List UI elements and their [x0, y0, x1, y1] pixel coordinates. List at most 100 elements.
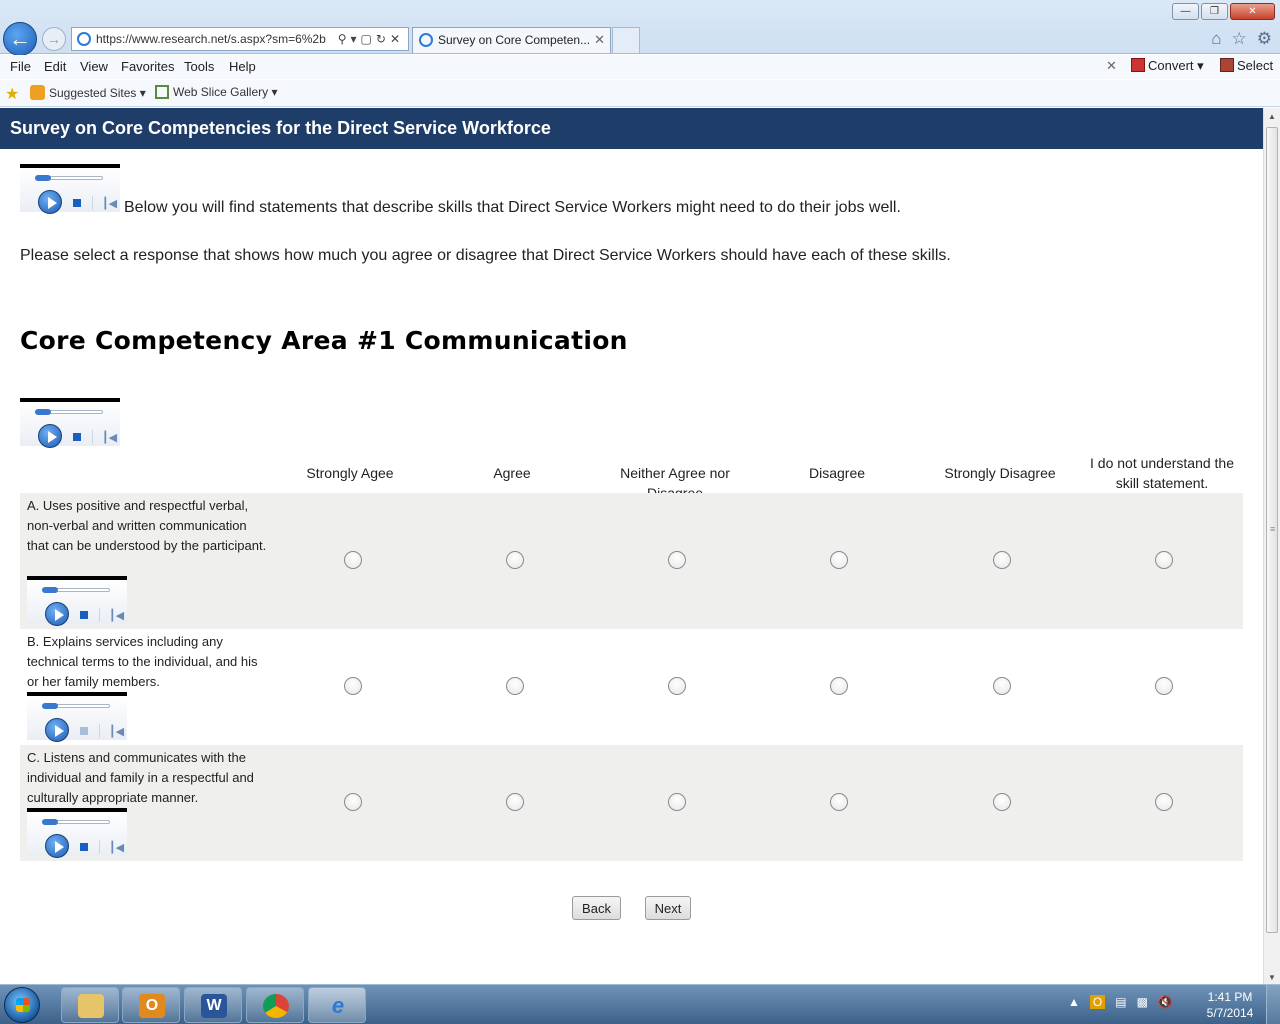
select-button[interactable]: Select — [1220, 58, 1273, 73]
menu-file[interactable]: File — [10, 59, 31, 74]
section-heading: Core Competency Area #1 Communication — [20, 326, 628, 355]
gear-icon[interactable]: ⚙ — [1257, 29, 1272, 49]
stop-icon[interactable] — [73, 433, 81, 441]
menu-help[interactable]: Help — [229, 59, 256, 74]
tab-close-icon[interactable]: ✕ — [594, 28, 605, 52]
taskbar-explorer[interactable] — [61, 987, 119, 1023]
radio-a-neutral[interactable] — [668, 551, 686, 569]
radio-c-strongly-agree[interactable] — [344, 793, 362, 811]
convert-button[interactable]: Convert ▾ — [1131, 58, 1204, 74]
favorites-star-icon[interactable]: ★ — [5, 84, 19, 104]
fav-suggested-sites[interactable]: Suggested Sites ▾ — [30, 85, 146, 100]
address-tools-icons[interactable]: ⚲▾▢↻✕ — [338, 28, 404, 50]
back-arrow-icon[interactable]: ← — [3, 22, 37, 56]
question-text-c: C. Listens and communicates with the ind… — [27, 750, 254, 805]
stop-icon[interactable] — [73, 199, 81, 207]
toolbar-close-icon[interactable]: ✕ — [1106, 58, 1117, 74]
radio-a-agree[interactable] — [506, 551, 524, 569]
menu-favorites[interactable]: Favorites — [121, 59, 174, 74]
seek-knob[interactable] — [42, 587, 58, 593]
browser-right-icons: ⌂ ☆ ⚙ — [1211, 29, 1272, 49]
audio-player-intro: ┃◀ — [20, 164, 120, 214]
tray-network-icon[interactable]: ▩ — [1137, 995, 1148, 1009]
taskbar-word[interactable]: W — [184, 987, 242, 1023]
favorites-star-icon[interactable]: ☆ — [1232, 29, 1247, 49]
radio-c-strongly-disagree[interactable] — [993, 793, 1011, 811]
fav-web-slice-gallery[interactable]: Web Slice Gallery ▾ — [155, 85, 278, 99]
taskbar-chrome[interactable] — [246, 987, 304, 1023]
question-row-c: C. Listens and communicates with the ind… — [20, 745, 1243, 861]
home-icon[interactable]: ⌂ — [1211, 29, 1221, 49]
skip-back-icon[interactable]: ┃◀ — [102, 197, 117, 210]
radio-b-neutral[interactable] — [668, 677, 686, 695]
tray-volume-muted-icon[interactable]: 🔇 — [1158, 995, 1173, 1009]
play-icon[interactable] — [38, 424, 62, 448]
minimize-button[interactable]: — — [1172, 3, 1199, 20]
radio-b-agree[interactable] — [506, 677, 524, 695]
play-icon[interactable] — [45, 718, 69, 742]
scroll-down-icon[interactable]: ▼ — [1268, 973, 1276, 982]
suggested-sites-icon — [30, 85, 45, 100]
seek-knob[interactable] — [35, 175, 51, 181]
player-divider — [99, 724, 100, 738]
skip-back-icon[interactable]: ┃◀ — [102, 431, 117, 444]
radio-c-agree[interactable] — [506, 793, 524, 811]
tray-outlook-icon[interactable]: O — [1089, 995, 1106, 1009]
question-row-a: A. Uses positive and respectful verbal, … — [20, 493, 1243, 629]
outlook-icon: O — [139, 994, 165, 1018]
skip-back-icon[interactable]: ┃◀ — [109, 725, 124, 738]
menu-tools[interactable]: Tools — [184, 59, 214, 74]
show-desktop-button[interactable] — [1266, 985, 1280, 1024]
browser-titlebar: ← → https://www.research.net/s.aspx?sm=6… — [0, 0, 1280, 56]
address-url: https://www.research.net/s.aspx?sm=6%2b — [96, 32, 326, 46]
new-tab-button[interactable] — [612, 27, 640, 53]
window-controls: — ❐ ✕ — [1172, 3, 1275, 20]
scroll-up-icon[interactable]: ▲ — [1268, 112, 1276, 121]
seek-knob[interactable] — [35, 409, 51, 415]
select-label: Select — [1237, 58, 1274, 73]
convert-label: Convert — [1148, 58, 1194, 73]
radio-b-strongly-agree[interactable] — [344, 677, 362, 695]
radio-b-do-not-understand[interactable] — [1155, 677, 1173, 695]
radio-c-do-not-understand[interactable] — [1155, 793, 1173, 811]
browser-tab-active[interactable]: Survey on Core Competen... ✕ — [412, 27, 611, 53]
radio-b-strongly-disagree[interactable] — [993, 677, 1011, 695]
menu-view[interactable]: View — [80, 59, 108, 74]
radio-a-strongly-agree[interactable] — [344, 551, 362, 569]
radio-a-strongly-disagree[interactable] — [993, 551, 1011, 569]
seek-knob[interactable] — [42, 703, 58, 709]
forward-arrow-icon[interactable]: → — [42, 27, 66, 51]
clock-time: 1:41 PM — [1207, 990, 1253, 1004]
chrome-icon — [263, 994, 289, 1018]
menu-edit[interactable]: Edit — [44, 59, 66, 74]
stop-icon[interactable] — [80, 843, 88, 851]
address-bar[interactable]: https://www.research.net/s.aspx?sm=6%2b … — [71, 27, 409, 51]
skip-back-icon[interactable]: ┃◀ — [109, 841, 124, 854]
play-icon[interactable] — [45, 834, 69, 858]
radio-c-disagree[interactable] — [830, 793, 848, 811]
start-button[interactable] — [4, 987, 40, 1023]
skip-back-icon[interactable]: ┃◀ — [109, 609, 124, 622]
back-button[interactable]: Back — [572, 896, 621, 920]
taskbar-ie[interactable]: e — [308, 987, 366, 1023]
vertical-scrollbar[interactable]: ▲ ≡ ▼ — [1263, 108, 1280, 984]
system-clock[interactable]: 1:41 PM 5/7/2014 — [1200, 989, 1260, 1021]
question-row-b: B. Explains services including any techn… — [20, 629, 1243, 745]
play-icon[interactable] — [38, 190, 62, 214]
scroll-thumb[interactable]: ≡ — [1266, 127, 1278, 933]
radio-a-disagree[interactable] — [830, 551, 848, 569]
seek-knob[interactable] — [42, 819, 58, 825]
next-button[interactable]: Next — [645, 896, 691, 920]
taskbar-outlook[interactable]: O — [122, 987, 180, 1023]
tray-device-icon[interactable]: ▤ — [1115, 995, 1126, 1009]
restore-button[interactable]: ❐ — [1201, 3, 1228, 20]
radio-a-do-not-understand[interactable] — [1155, 551, 1173, 569]
close-window-button[interactable]: ✕ — [1230, 3, 1275, 20]
radio-b-disagree[interactable] — [830, 677, 848, 695]
stop-icon[interactable] — [80, 611, 88, 619]
play-icon[interactable] — [45, 602, 69, 626]
stop-icon[interactable] — [80, 727, 88, 735]
radio-c-neutral[interactable] — [668, 793, 686, 811]
windows-logo-icon — [16, 998, 30, 1012]
tray-expand-icon[interactable]: ▲ — [1068, 995, 1080, 1009]
